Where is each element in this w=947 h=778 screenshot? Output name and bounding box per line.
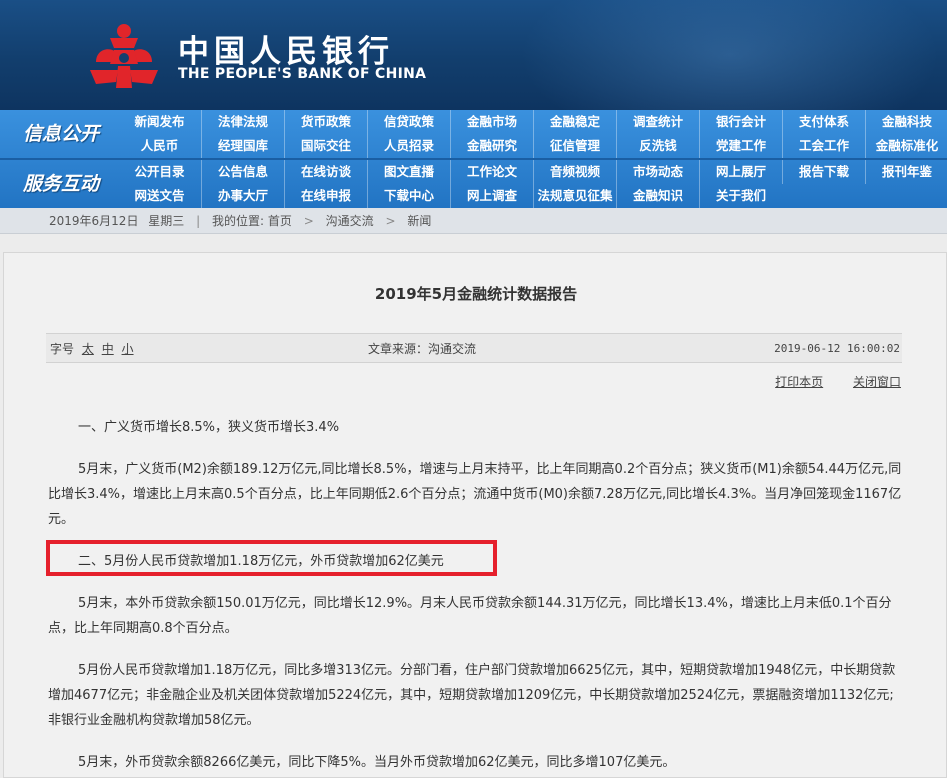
current-weekday: 星期三 xyxy=(148,214,185,228)
nav-item-row2-1[interactable]: 经理国库 xyxy=(201,134,284,158)
nav-item-row4-3[interactable]: 下载中心 xyxy=(367,184,450,208)
nav-item-row2-2[interactable]: 国际交往 xyxy=(284,134,367,158)
nav-item-row4-5[interactable]: 法规意见征集 xyxy=(533,184,616,208)
article-paragraph: 5月末，外币贷款余额8266亿美元，同比下降5%。当月外币贷款增加62亿美元，同… xyxy=(78,755,676,770)
article-tools: 打印本页 关闭窗口 xyxy=(749,373,901,390)
nav-item-row2-9[interactable]: 金融标准化 xyxy=(865,134,947,158)
chevron-right-icon: > xyxy=(303,214,314,228)
nav-item-row3-5[interactable]: 音频视频 xyxy=(533,160,616,184)
breadcrumb-communication[interactable]: 沟通交流 xyxy=(326,208,374,234)
article-source: 文章来源：沟通交流 xyxy=(368,342,477,356)
nav-item-row4-2[interactable]: 在线申报 xyxy=(284,184,367,208)
nav-item-row2-7[interactable]: 党建工作 xyxy=(699,134,782,158)
article-paragraph: 5月末，广义货币(M2)余额189.12万亿元,同比增长8.5%，增速与上月末持… xyxy=(48,462,902,527)
article-title: 2019年5月金融统计数据报告 xyxy=(374,285,578,303)
nav-item-row4-6[interactable]: 金融知识 xyxy=(616,184,699,208)
nav-item-row2-3[interactable]: 人员招录 xyxy=(367,134,450,158)
nav-item-row1-6[interactable]: 调查统计 xyxy=(616,110,699,134)
nav-item-row1-3[interactable]: 信贷政策 xyxy=(367,110,450,134)
highlight-annotation-box xyxy=(46,540,497,576)
nav-row-4: 网送文告 办事大厅 在线申报 下载中心 网上调查 法规意见征集 金融知识 关于我们 xyxy=(118,184,782,208)
breadcrumb-news[interactable]: 新闻 xyxy=(407,208,431,234)
nav-item-row2-4[interactable]: 金融研究 xyxy=(450,134,533,158)
nav-group-service[interactable]: 服务互动 xyxy=(0,160,122,208)
main-navigation: 信息公开 服务互动 新闻发布 法律法规 货币政策 信贷政策 金融市场 金融稳定 调查统计 银行… xyxy=(0,110,947,208)
nav-item-row1-7[interactable]: 银行会计 xyxy=(699,110,782,134)
font-size-medium[interactable]: 中 xyxy=(102,342,114,356)
font-size-small[interactable]: 小 xyxy=(122,342,134,356)
article-paragraph: 5月份人民币贷款增加1.18万亿元，同比多增313亿元。分部门看，住户部门贷款增… xyxy=(48,663,896,728)
nav-item-row1-5[interactable]: 金融稳定 xyxy=(533,110,616,134)
section-heading-1: 一、广义货币增长8.5%，狭义货币增长3.4% xyxy=(78,420,340,435)
article-datetime: 2019-06-12 16:00:02 xyxy=(774,342,900,355)
site-header: 中国人民银行 THE PEOPLE'S BANK OF CHINA xyxy=(0,0,947,110)
font-size-large[interactable]: 太 xyxy=(82,342,94,356)
nav-row-3: 公开目录 公告信息 在线访谈 图文直播 工作论文 音频视频 市场动态 网上展厅 报告下载 报刊年鉴 xyxy=(118,160,947,184)
nav-item-row1-0[interactable]: 新闻发布 xyxy=(118,110,201,134)
chevron-right-icon: > xyxy=(385,214,396,228)
nav-item-row3-6[interactable]: 市场动态 xyxy=(616,160,699,184)
nav-item-row2-8[interactable]: 工会工作 xyxy=(782,134,865,158)
article-panel: 2019年5月金融统计数据报告 字号 太 中 小 文章来源：沟通交流 2019-… xyxy=(3,252,947,778)
breadcrumb-home[interactable]: 首页 xyxy=(268,208,292,234)
close-window-link[interactable]: 关闭窗口 xyxy=(853,375,901,389)
nav-item-row3-1[interactable]: 公告信息 xyxy=(201,160,284,184)
header-glow xyxy=(520,0,940,110)
nav-item-row2-5[interactable]: 征信管理 xyxy=(533,134,616,158)
nav-item-row3-9[interactable]: 报刊年鉴 xyxy=(865,160,947,184)
breadcrumb-separator: | xyxy=(196,214,201,228)
pboc-logo-icon[interactable] xyxy=(88,22,160,90)
nav-item-row1-8[interactable]: 支付体系 xyxy=(782,110,865,134)
nav-row-2: 人民币 经理国库 国际交往 人员招录 金融研究 征信管理 反洗钱 党建工作 工会工作 金融标准化 xyxy=(118,134,947,158)
nav-item-row2-6[interactable]: 反洗钱 xyxy=(616,134,699,158)
nav-item-row1-4[interactable]: 金融市场 xyxy=(450,110,533,134)
nav-item-row3-4[interactable]: 工作论文 xyxy=(450,160,533,184)
nav-group-info-public[interactable]: 信息公开 xyxy=(0,110,122,158)
breadcrumb: 2019年6月12日 星期三 | 我的位置: 首页 > 沟通交流 > 新闻 xyxy=(0,208,947,234)
nav-item-row3-2[interactable]: 在线访谈 xyxy=(284,160,367,184)
nav-item-row4-1[interactable]: 办事大厅 xyxy=(201,184,284,208)
location-label: 我的位置: xyxy=(212,214,265,228)
current-date: 2019年6月12日 xyxy=(49,214,139,228)
nav-item-row1-1[interactable]: 法律法规 xyxy=(201,110,284,134)
nav-item-row2-0[interactable]: 人民币 xyxy=(118,134,201,158)
brand-name-en: THE PEOPLE'S BANK OF CHINA xyxy=(178,66,427,82)
font-size-controls: 字号 太 中 小 xyxy=(50,334,134,364)
nav-item-row4-0[interactable]: 网送文告 xyxy=(118,184,201,208)
brand-name-cn: 中国人民银行 xyxy=(178,34,394,70)
nav-item-row3-7[interactable]: 网上展厅 xyxy=(699,160,782,184)
nav-item-row1-9[interactable]: 金融科技 xyxy=(865,110,947,134)
nav-item-row3-3[interactable]: 图文直播 xyxy=(367,160,450,184)
nav-item-row3-0[interactable]: 公开目录 xyxy=(118,160,201,184)
nav-item-row1-2[interactable]: 货币政策 xyxy=(284,110,367,134)
nav-item-row4-7[interactable]: 关于我们 xyxy=(699,184,782,208)
article-paragraph: 5月末，本外币贷款余额150.01万亿元，同比增长12.9%。月末人民币贷款余额… xyxy=(48,596,892,636)
article-body: 一、广义货币增长8.5%，狭义货币增长3.4% 5月末，广义货币(M2)余额18… xyxy=(48,415,906,778)
nav-item-row3-8[interactable]: 报告下载 xyxy=(782,160,865,184)
nav-item-row4-4[interactable]: 网上调查 xyxy=(450,184,533,208)
print-page-link[interactable]: 打印本页 xyxy=(775,375,823,389)
article-meta-bar: 字号 太 中 小 文章来源：沟通交流 2019-06-12 16:00:02 xyxy=(46,333,902,363)
font-size-label: 字号 xyxy=(50,342,75,356)
nav-row-1: 新闻发布 法律法规 货币政策 信贷政策 金融市场 金融稳定 调查统计 银行会计 支付体系 金融科技 xyxy=(118,110,947,134)
